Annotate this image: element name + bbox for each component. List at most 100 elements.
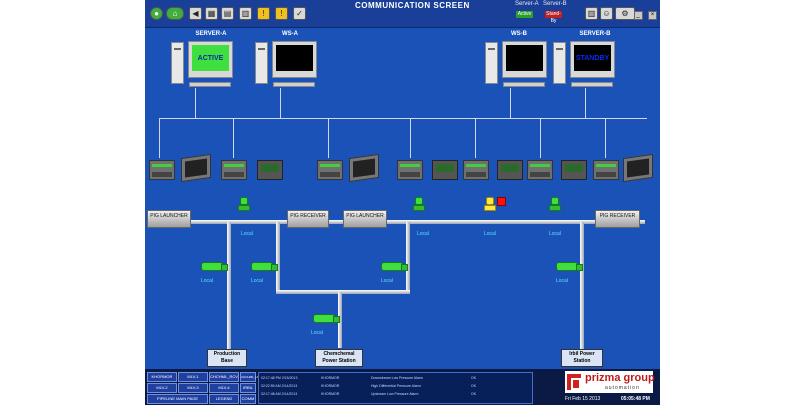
server-a-indicator: Active [516, 11, 533, 18]
net-drop-ws-b [510, 88, 511, 118]
alarm-history-icon[interactable]: ! [275, 7, 288, 20]
valve-mlv1[interactable] [238, 197, 250, 211]
alarm-row[interactable]: 02:17:48 AM 2/14/2013 KHORMOR Upstream L… [261, 391, 531, 397]
net-drop-4 [410, 118, 411, 158]
server-a-label-top: SERVER-A [195, 31, 227, 37]
nav-irbil[interactable]: IRBIL [240, 383, 256, 393]
alarm-list[interactable]: 02:17:48 PM 2/15/2013 KHORMOR Downstream… [258, 372, 533, 404]
valve-mlv1-mode: Local [241, 231, 253, 237]
net-drop-3 [328, 118, 329, 158]
net-drop-7 [605, 118, 606, 158]
server-b-monitor[interactable]: STANDBY [570, 41, 615, 78]
valve-mlv4[interactable] [549, 197, 561, 211]
ws-a-tower [255, 42, 268, 84]
valve-production[interactable] [201, 262, 228, 271]
plc-mlv4[interactable] [527, 160, 553, 180]
prizma-logo: prizma group automation [565, 371, 655, 393]
nav-pipeline-main[interactable]: PIPELINE MAIN PAGE [147, 394, 208, 404]
scada-screen: ● ⌂ ◀ ▦ ▤ ▥ ! ! ✓ COMMUNICATION SCREEN S… [145, 0, 660, 405]
acknowledge-icon[interactable]: ✓ [293, 7, 306, 20]
plc-mlv2[interactable] [397, 160, 423, 180]
plc-mlv3[interactable] [463, 160, 489, 180]
net-drop-1 [159, 118, 160, 158]
station-production-base[interactable]: Production Base [207, 349, 247, 367]
trend-icon[interactable]: ▥ [585, 7, 598, 20]
server-a-monitor[interactable]: ACTIVE [188, 41, 233, 78]
alarm-row[interactable]: 02:22:55 AM 2/14/2013 KHORMOR High Diffe… [261, 383, 531, 389]
user-icon[interactable]: ☺ [600, 7, 613, 20]
valve-irbil-mode: Local [556, 278, 568, 284]
hmi-mlv1[interactable] [257, 160, 283, 180]
alarm-row[interactable]: 02:17:48 PM 2/15/2013 KHORMOR Downstream… [261, 375, 531, 381]
branch-irbil [580, 222, 584, 350]
branch-chemchemal-right [406, 222, 410, 292]
back-icon[interactable]: ◀ [189, 7, 202, 20]
net-drop-server-a [195, 88, 196, 118]
valve-chemchemal-a[interactable] [251, 262, 278, 271]
plc-khormor[interactable] [149, 160, 175, 180]
ws-a-monitor[interactable] [272, 41, 317, 78]
server-b-tower [553, 42, 566, 84]
hmi-panel-irbil[interactable] [623, 153, 653, 183]
hmi-mlv2[interactable] [432, 160, 458, 180]
server-b-screen: STANDBY [574, 45, 611, 71]
valve-irbil[interactable] [556, 262, 583, 271]
screen-icon[interactable]: ▦ [205, 7, 218, 20]
pig-receiver-1[interactable]: PIG RECEIVER [287, 210, 329, 228]
plc-irbil[interactable] [593, 160, 619, 180]
valve-chemchemal-main[interactable] [313, 314, 340, 323]
alarm-summary-icon[interactable]: ! [257, 7, 270, 20]
valve-chemchemal-b[interactable] [381, 262, 408, 271]
chemchemal-header [276, 290, 410, 294]
station-chemchemal[interactable]: Chemchemal Power Station [315, 349, 363, 367]
nav-mlv1[interactable]: MLV-1 [178, 372, 208, 382]
valve-mlv4-mode: Local [549, 231, 561, 237]
server-b-keyboard [571, 82, 613, 87]
bottom-bar: KHORMOR MLV-1 CHCHML_RCV CHCHML_LNC MLV-… [145, 369, 660, 405]
ws-a-label: WS-A [282, 31, 298, 37]
nav-khormor[interactable]: KHORMOR [147, 372, 177, 382]
net-drop-5 [475, 118, 476, 158]
valve-mlv3-mode: Local [484, 231, 496, 237]
nav-chchml-rcv[interactable]: CHCHML_RCV [209, 372, 239, 382]
title-bar: ● ⌂ ◀ ▦ ▤ ▥ ! ! ✓ COMMUNICATION SCREEN S… [145, 0, 660, 28]
report-icon[interactable]: ▤ [221, 7, 234, 20]
net-drop-6 [540, 118, 541, 158]
pig-launcher-2[interactable]: PIG LAUNCHER [343, 210, 387, 228]
branch-production [227, 222, 231, 350]
valve-mlv2[interactable] [413, 197, 425, 211]
nav-chchml-lnc[interactable]: CHCHML_LNC [240, 372, 262, 382]
footer-time: 05:05:48 PM [621, 396, 650, 402]
power-icon[interactable]: ● [150, 7, 163, 20]
window-controls: _ × [633, 3, 657, 21]
nav-mlv4[interactable]: MLV-4 [209, 383, 239, 393]
hmi-mlv3[interactable] [497, 160, 523, 180]
brand-name: prizma group [585, 372, 655, 384]
main-pipeline [185, 220, 645, 224]
station-irbil[interactable]: Irbil Power Station [561, 349, 603, 367]
nav-mlv2[interactable]: MLV-2 [147, 383, 177, 393]
hmi-panel-chchml[interactable] [349, 153, 379, 183]
brand-sub: automation [605, 385, 640, 391]
plc-chchml-rcv[interactable] [317, 160, 343, 180]
hmi-panel-khormor[interactable] [181, 153, 211, 183]
minimize-icon[interactable]: _ [633, 11, 643, 20]
prizma-logo-mark [567, 374, 581, 390]
server-b-label-top: SERVER-B [579, 31, 611, 37]
valve-mlv3[interactable] [484, 197, 496, 211]
pig-launcher-1[interactable]: PIG LAUNCHER [147, 210, 191, 228]
nav-comm[interactable]: COMM [240, 394, 256, 404]
close-icon[interactable]: × [648, 11, 657, 20]
nav-legend[interactable]: LEGEND [209, 394, 239, 404]
plc-mlv1[interactable] [221, 160, 247, 180]
nav-mlv3[interactable]: MLV-3 [178, 383, 208, 393]
pig-receiver-2[interactable]: PIG RECEIVER [595, 210, 640, 228]
home-icon[interactable]: ⌂ [166, 7, 184, 20]
ws-b-keyboard [503, 82, 545, 87]
ws-b-monitor[interactable] [502, 41, 547, 78]
branch-chemchemal-left [276, 222, 280, 292]
hmi-mlv4[interactable] [561, 160, 587, 180]
ws-a-keyboard [273, 82, 315, 87]
server-a-keyboard [189, 82, 231, 87]
chart-icon[interactable]: ▥ [239, 7, 252, 20]
